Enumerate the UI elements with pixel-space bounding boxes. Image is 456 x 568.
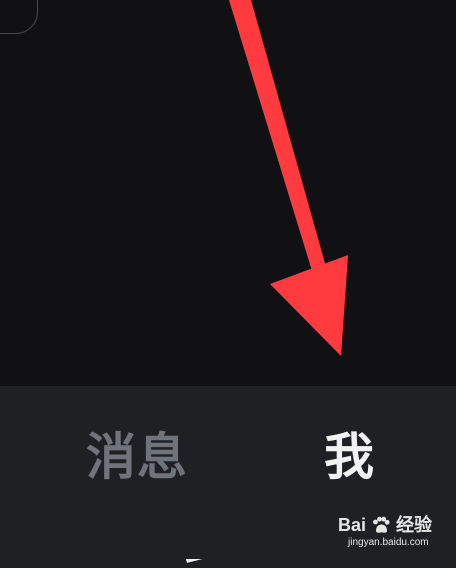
paw-icon <box>373 516 390 533</box>
baidu-watermark: Bai 经验 jingyan.baidu.com <box>338 514 450 558</box>
tab-messages[interactable]: 消息 <box>86 426 188 488</box>
app-screen: 消息 我 Bai 经验 jingyan.baidu.com <box>0 0 456 568</box>
watermark-brand: Bai 经验 <box>338 514 450 536</box>
back-gesture-icon[interactable] <box>176 559 216 568</box>
watermark-brand-text: Bai <box>338 515 367 535</box>
watermark-url: jingyan.baidu.com <box>348 537 429 548</box>
watermark-brand-suffix: 经验 <box>396 515 433 535</box>
tab-me[interactable]: 我 <box>324 426 375 488</box>
